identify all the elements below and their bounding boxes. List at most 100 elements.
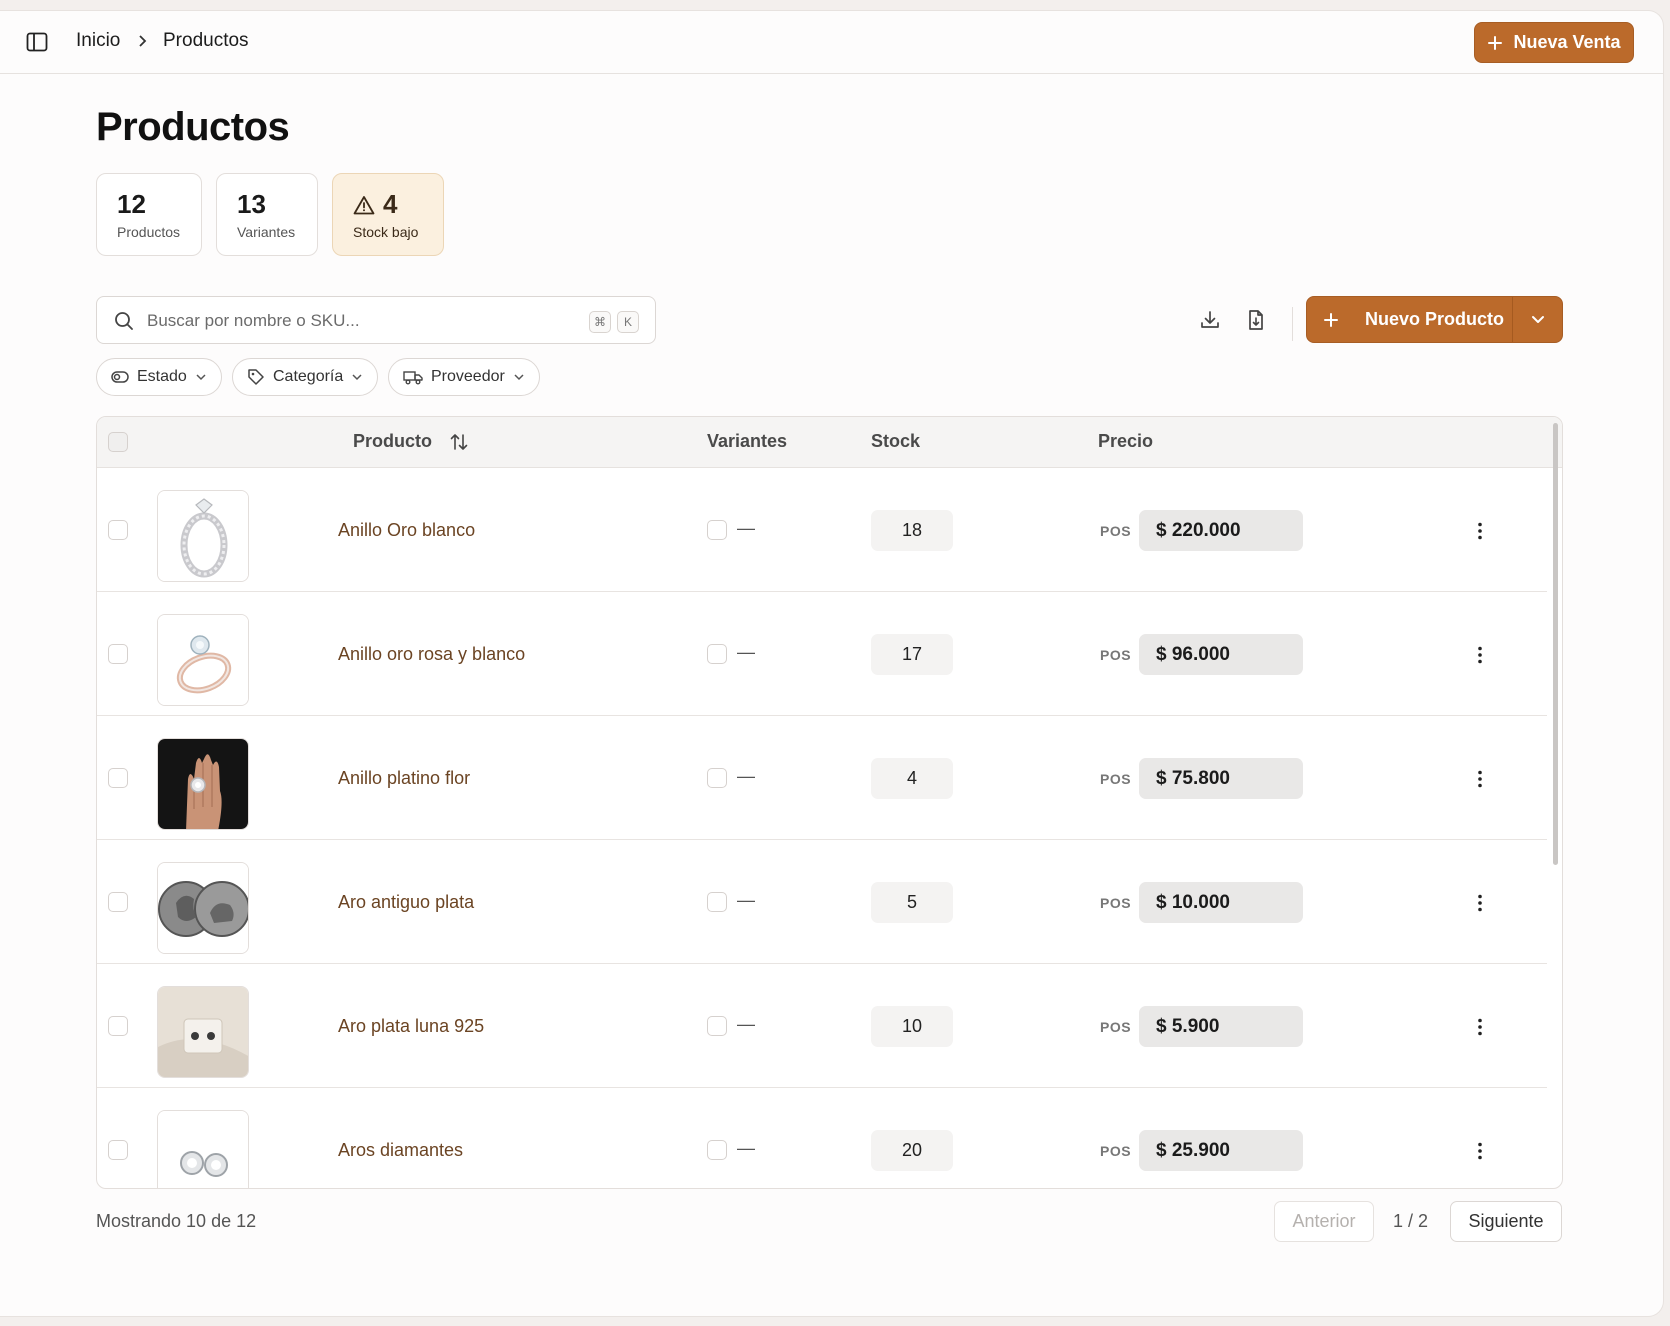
stock-value[interactable]: 10 — [871, 1006, 953, 1047]
products-table: Producto Variantes Stock Precio Anillo O… — [96, 416, 1563, 1189]
chevron-down-icon — [352, 374, 362, 381]
column-producto[interactable]: Producto — [353, 431, 432, 452]
product-name-link[interactable]: Aros diamantes — [338, 1140, 463, 1161]
table-row[interactable]: Anillo oro rosa y blanco — 17 POS $ 96.0… — [97, 592, 1547, 716]
table-row[interactable]: Aro antiguo plata — 5 POS $ 10.000 — [97, 840, 1547, 964]
variants-checkbox[interactable] — [707, 520, 727, 540]
plus-icon — [1324, 312, 1338, 327]
product-name-link[interactable]: Anillo Oro blanco — [338, 520, 475, 541]
row-checkbox[interactable] — [108, 1140, 128, 1160]
new-sale-button[interactable]: Nueva Venta — [1474, 22, 1634, 63]
row-checkbox[interactable] — [108, 520, 128, 540]
product-name-link[interactable]: Anillo platino flor — [338, 768, 470, 789]
price-field[interactable]: $ 25.900 — [1139, 1130, 1303, 1171]
new-sale-label: Nueva Venta — [1513, 32, 1621, 52]
variants-value: — — [737, 890, 755, 910]
search-input[interactable] — [147, 307, 567, 335]
product-thumbnail-rose-gold-ring — [157, 614, 249, 706]
column-stock: Stock — [871, 431, 921, 451]
filter-estado[interactable]: Estado — [96, 358, 222, 396]
variants-checkbox[interactable] — [707, 1016, 727, 1036]
chevron-down-icon — [514, 374, 524, 381]
breadcrumb-current: Productos — [163, 30, 249, 51]
channel-badge: POS — [1100, 1019, 1132, 1035]
row-checkbox[interactable] — [108, 1016, 128, 1036]
column-variantes: Variantes — [707, 431, 788, 451]
table-scrollbar-thumb[interactable] — [1553, 423, 1558, 865]
table-row[interactable]: Anillo platino flor — 4 POS $ 75.800 — [97, 716, 1547, 840]
filter-estado-label: Estado — [137, 368, 187, 385]
variants-checkbox[interactable] — [707, 644, 727, 664]
more-vertical-icon[interactable] — [1469, 644, 1491, 666]
variants-checkbox[interactable] — [707, 892, 727, 912]
search-icon — [115, 312, 133, 330]
product-name-link[interactable]: Aro antiguo plata — [338, 892, 474, 913]
toggle-icon — [111, 371, 129, 383]
select-all-checkbox[interactable] — [108, 432, 128, 452]
filter-categoria[interactable]: Categoría — [232, 358, 379, 396]
product-name-link[interactable]: Aro plata luna 925 — [338, 1016, 484, 1037]
download-icon[interactable] — [1199, 309, 1221, 331]
variants-checkbox[interactable] — [707, 1140, 727, 1160]
column-precio: Precio — [1098, 431, 1154, 451]
channel-badge: POS — [1100, 771, 1132, 787]
new-product-button[interactable]: Nuevo Producto — [1307, 297, 1512, 342]
page-indicator: 1 / 2 — [1393, 1211, 1429, 1231]
channel-badge: POS — [1100, 1143, 1132, 1159]
table-row[interactable]: Anillo Oro blanco — 18 POS $ 220.000 — [97, 468, 1547, 592]
price-field[interactable]: $ 220.000 — [1139, 510, 1303, 551]
price-field[interactable]: $ 96.000 — [1139, 634, 1303, 675]
stat-variants-label: Variantes — [237, 224, 296, 240]
sort-icon[interactable] — [449, 432, 469, 452]
channel-badge: POS — [1100, 647, 1132, 663]
more-vertical-icon[interactable] — [1469, 892, 1491, 914]
row-checkbox[interactable] — [108, 644, 128, 664]
chevron-down-icon — [196, 374, 206, 381]
product-thumbnail-diamond-earrings — [157, 1110, 249, 1188]
breadcrumb-home[interactable]: Inicio — [76, 30, 120, 52]
stock-value[interactable]: 4 — [871, 758, 953, 799]
stock-value[interactable]: 17 — [871, 634, 953, 675]
price-field[interactable]: $ 10.000 — [1139, 882, 1303, 923]
filter-proveedor[interactable]: Proveedor — [388, 358, 540, 396]
price-field[interactable]: $ 75.800 — [1139, 758, 1303, 799]
product-name-link[interactable]: Anillo oro rosa y blanco — [338, 644, 525, 665]
new-product-menu-button[interactable] — [1513, 297, 1562, 342]
filter-proveedor-label: Proveedor — [431, 368, 505, 385]
variants-checkbox[interactable] — [707, 768, 727, 788]
more-vertical-icon[interactable] — [1469, 1016, 1491, 1038]
product-thumbnail-hand-with-ring — [157, 738, 249, 830]
more-vertical-icon[interactable] — [1469, 768, 1491, 790]
product-thumbnail-moon-earrings — [157, 986, 249, 1078]
top-bar: Inicio Productos Nueva Venta — [0, 11, 1663, 74]
table-row[interactable]: Aros diamantes — 20 POS $ 25.900 — [97, 1088, 1547, 1188]
channel-badge: POS — [1100, 523, 1132, 539]
chevron-down-icon — [1531, 315, 1544, 323]
stock-value[interactable]: 20 — [871, 1130, 953, 1171]
stock-value[interactable]: 5 — [871, 882, 953, 923]
showing-count: Mostrando 10 de 12 — [96, 1211, 257, 1231]
warning-triangle-icon — [353, 195, 375, 214]
row-checkbox[interactable] — [108, 768, 128, 788]
stat-low-stock[interactable]: 4 Stock bajo — [332, 173, 444, 256]
stat-products-label: Productos — [117, 224, 181, 240]
stat-variants-value: 13 — [237, 189, 266, 219]
table-header: Producto Variantes Stock Precio — [97, 417, 1562, 468]
more-vertical-icon[interactable] — [1469, 520, 1491, 542]
price-field[interactable]: $ 5.900 — [1139, 1006, 1303, 1047]
file-export-icon[interactable] — [1245, 309, 1267, 331]
row-checkbox[interactable] — [108, 892, 128, 912]
variants-value: — — [737, 1014, 755, 1034]
channel-badge: POS — [1100, 895, 1132, 911]
shortcut-k-key: K — [617, 311, 639, 333]
chevron-right-icon — [139, 35, 147, 47]
table-row[interactable]: Aro plata luna 925 — 10 POS $ 5.900 — [97, 964, 1547, 1088]
variants-value: — — [737, 766, 755, 786]
more-vertical-icon[interactable] — [1469, 1140, 1491, 1162]
sidebar-toggle-icon[interactable] — [26, 32, 48, 52]
previous-page-button[interactable]: Anterior — [1274, 1201, 1374, 1242]
next-page-button[interactable]: Siguiente — [1450, 1201, 1562, 1242]
stat-variants: 13 Variantes — [216, 173, 318, 256]
stock-value[interactable]: 18 — [871, 510, 953, 551]
product-thumbnail-silver-coins — [157, 862, 249, 954]
